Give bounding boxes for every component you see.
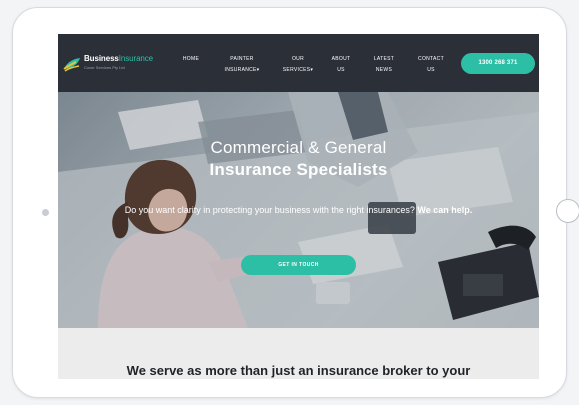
navbar: BusinessInsurance Cover Services Pty Ltd…: [58, 34, 539, 92]
hero-description: Do you want clarity in protecting your b…: [124, 205, 473, 215]
intro-heading: We serve as more than just an insurance …: [126, 363, 471, 378]
nav-item-contact-us[interactable]: CONTACT US: [414, 54, 448, 76]
hero-section: Commercial & General Insurance Specialis…: [58, 92, 539, 328]
hero-title-line1: Commercial & General: [210, 138, 387, 157]
nav-item-latest-news[interactable]: LATEST NEWS: [370, 54, 398, 76]
logo-leaf-icon: [63, 58, 80, 72]
site-logo[interactable]: BusinessInsurance Cover Services Pty Ltd: [63, 54, 173, 76]
page-background: BusinessInsurance Cover Services Pty Ltd…: [0, 0, 579, 405]
get-in-touch-button[interactable]: GET IN TOUCH: [241, 255, 356, 275]
logo-title: BusinessInsurance: [84, 54, 154, 63]
hero-title-line2: Insurance Specialists: [209, 160, 388, 179]
logo-subtitle: Cover Services Pty Ltd: [84, 65, 125, 70]
nav-item-painter-insurance[interactable]: PAINTER INSURANCE▾: [220, 54, 264, 76]
intro-section: We serve as more than just an insurance …: [58, 328, 539, 379]
tablet-screen: BusinessInsurance Cover Services Pty Ltd…: [58, 34, 539, 379]
nav-item-about-us[interactable]: ABOUT US: [328, 54, 354, 76]
tablet-home-button[interactable]: [556, 199, 579, 223]
tablet-camera: [42, 209, 49, 216]
nav-item-home[interactable]: HOME: [180, 54, 202, 65]
phone-button[interactable]: 1300 268 371: [461, 53, 535, 74]
nav-item-our-services[interactable]: OUR SERVICES▾: [280, 54, 316, 76]
